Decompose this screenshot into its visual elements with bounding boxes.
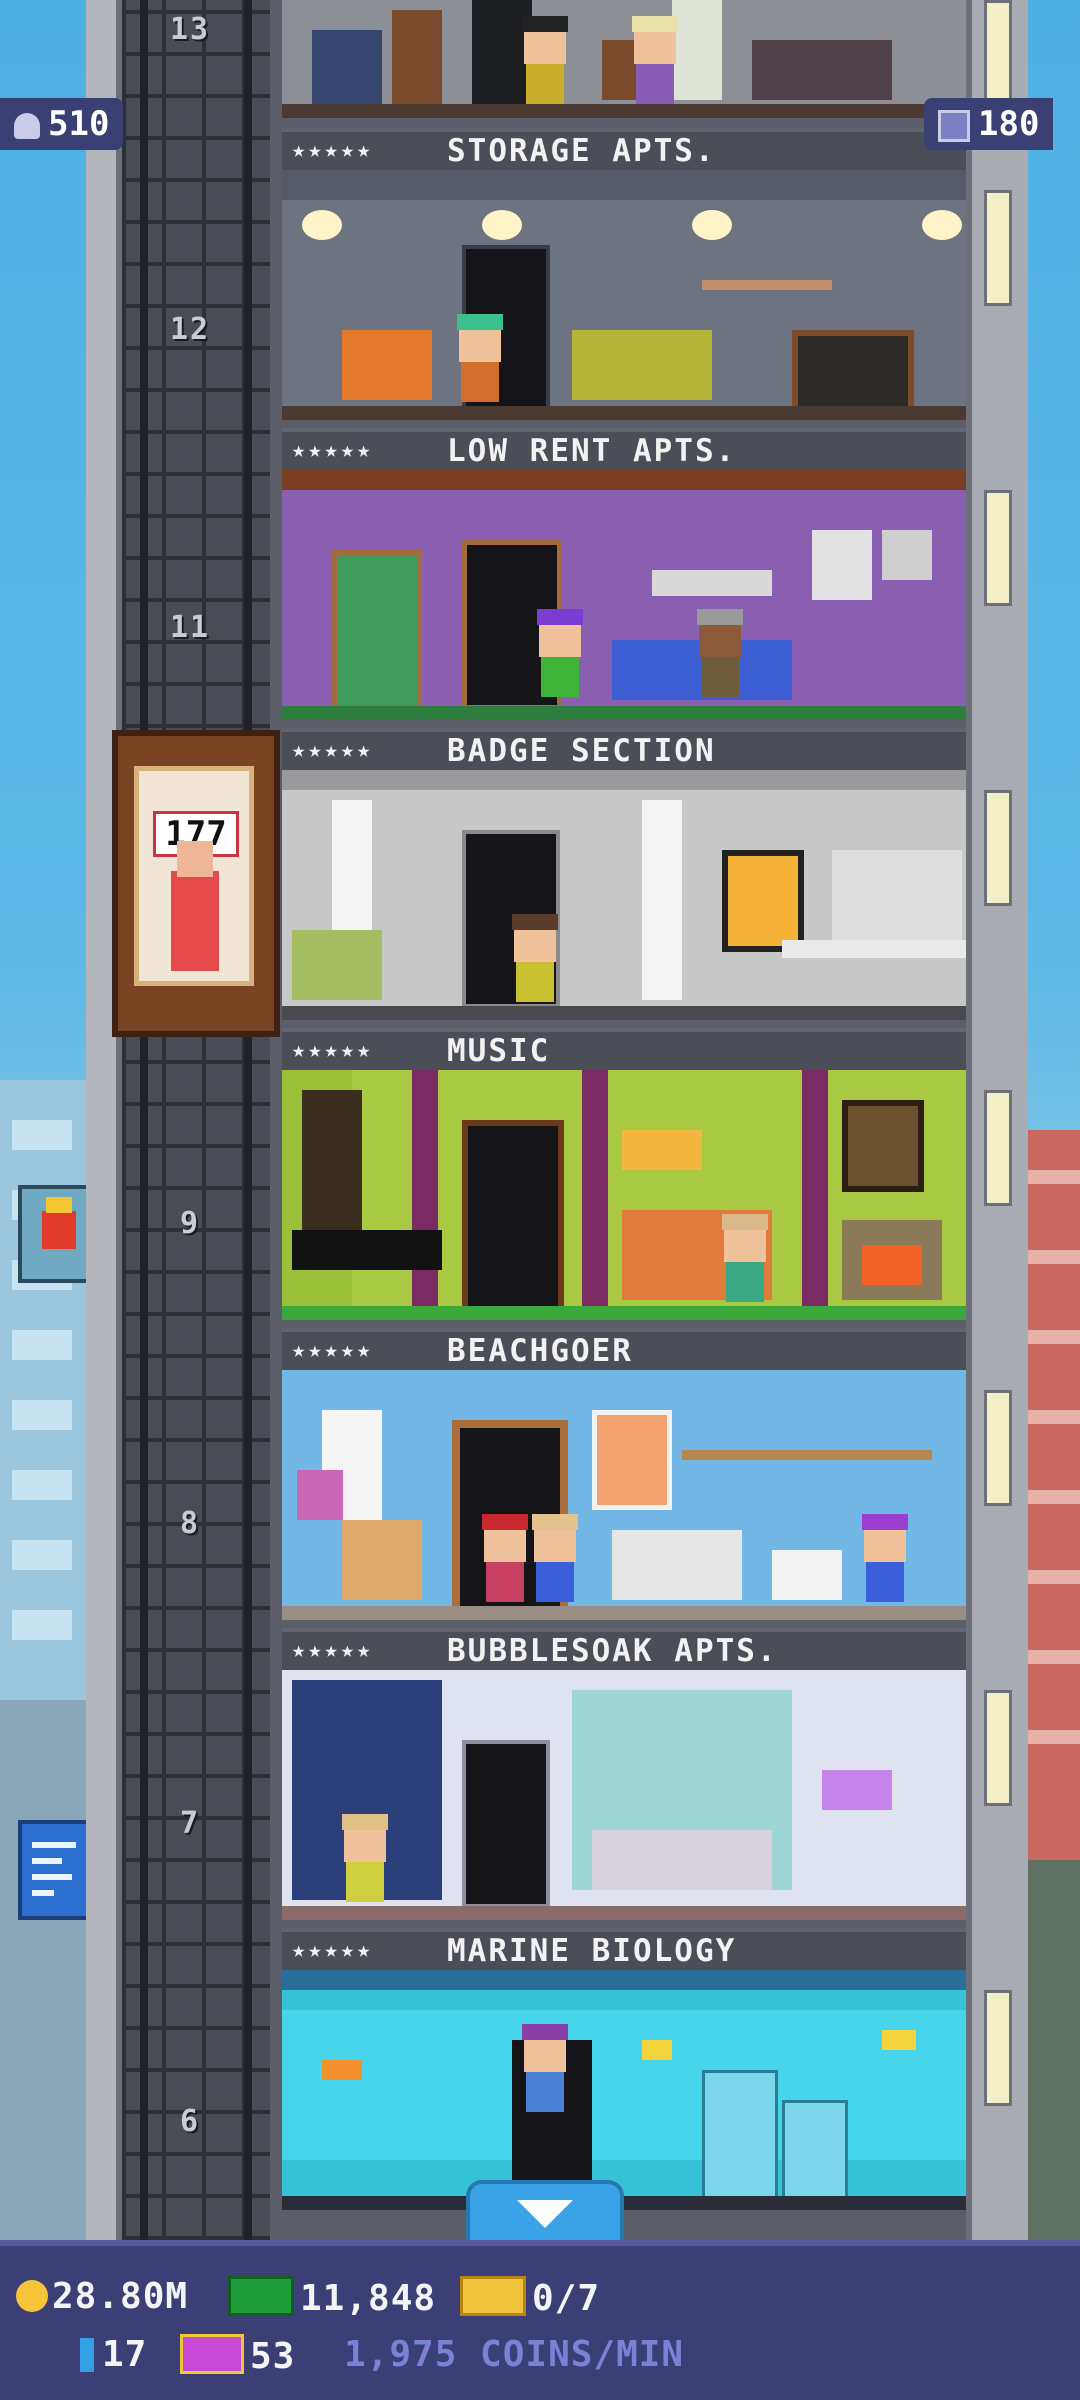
floor-label[interactable]: ★★★★★ BADGE SECTION — [282, 728, 966, 772]
floor-name: BADGE SECTION — [447, 733, 716, 769]
coins-display[interactable]: 28.80M — [16, 2276, 188, 2317]
person-icon — [14, 112, 40, 139]
wall-light — [984, 190, 1012, 306]
floor-stars: ★★★★★ — [292, 738, 374, 763]
resident[interactable] — [697, 609, 743, 705]
floor-name: LOW RENT APTS. — [447, 433, 737, 469]
population-counter[interactable]: 510 — [0, 98, 124, 150]
bottom-hud: 28.80M 11,848 0/7 17 53 1,975 COINS/MIN — [0, 2240, 1080, 2400]
shaft-rail — [244, 0, 252, 2240]
wall-light — [984, 490, 1012, 606]
floor-label[interactable]: ★★★★★ MARINE BIOLOGY — [282, 1928, 966, 1972]
floor-number: 8 — [179, 1506, 201, 1541]
bux-display[interactable]: 11,848 — [228, 2276, 436, 2319]
tickets-value: 0/7 — [532, 2278, 601, 2319]
floor-stars: ★★★★★ — [292, 1038, 374, 1063]
game-screen: 13 12 11 9 8 7 6 177 ★★★★★ STORAGE APTS. — [0, 0, 1080, 2400]
population-value: 510 — [48, 104, 110, 144]
floor-name: BUBBLESOAK APTS. — [447, 1633, 778, 1669]
floor-stars: ★★★★★ — [292, 138, 374, 163]
ticket-icon — [460, 2276, 526, 2316]
floor-10-room[interactable] — [282, 770, 966, 1020]
floor-12-room[interactable] — [282, 170, 966, 420]
shaft-rail — [140, 0, 148, 2240]
floor-number: 12 — [169, 312, 211, 347]
tower-frame-left — [86, 0, 122, 2240]
vip-display[interactable]: 53 — [180, 2334, 295, 2377]
floors-counter[interactable]: 180 — [924, 98, 1054, 150]
vip-value: 53 — [250, 2336, 296, 2377]
resident[interactable] — [522, 2024, 568, 2120]
floor-label[interactable]: ★★★★★ MUSIC — [282, 1028, 966, 1072]
tickets-display[interactable]: 0/7 — [460, 2276, 600, 2319]
tokens-value: 17 — [102, 2334, 148, 2375]
bux-icon — [228, 2276, 294, 2316]
elevator-tokens-display[interactable]: 17 — [80, 2334, 147, 2375]
wall-light — [984, 1690, 1012, 1806]
blue-billboard — [18, 1820, 94, 1920]
building-icon — [938, 109, 970, 142]
floor-label[interactable]: ★★★★★ LOW RENT APTS. — [282, 428, 966, 472]
floor-label[interactable]: ★★★★★ BEACHGOER — [282, 1328, 966, 1372]
vip-icon — [180, 2334, 244, 2374]
wall-light — [984, 790, 1012, 906]
resident[interactable] — [862, 1514, 908, 1610]
floor-number: 11 — [169, 610, 211, 645]
arrow-down-icon — [517, 2200, 573, 2228]
floor-label[interactable]: ★★★★★ BUBBLESOAK APTS. — [282, 1628, 966, 1672]
floor-stars: ★★★★★ — [292, 1638, 374, 1663]
coins-value: 28.80M — [52, 2276, 189, 2317]
resident[interactable] — [537, 609, 583, 705]
floor-13-room[interactable] — [282, 0, 966, 118]
floor-name: MUSIC — [447, 1033, 551, 1069]
floor-number: 6 — [179, 2104, 201, 2139]
floor-label[interactable]: ★★★★★ STORAGE APTS. — [282, 128, 966, 172]
floor-number: 13 — [169, 12, 211, 47]
elevator-car[interactable]: 177 — [112, 730, 280, 1037]
elevator-cab: 177 — [134, 766, 254, 986]
background-building-left-lower — [0, 1700, 90, 2260]
coin-icon — [16, 2280, 48, 2312]
background-building-right-lower — [1020, 1860, 1080, 2260]
floor-number: 9 — [179, 1206, 201, 1241]
floor-7-room[interactable] — [282, 1670, 966, 1920]
floor-9-room[interactable] — [282, 1070, 966, 1320]
floor-number: 7 — [179, 1806, 201, 1841]
elevator-passenger — [171, 841, 219, 971]
floors-value: 180 — [978, 104, 1040, 144]
resident[interactable] — [512, 914, 558, 1010]
elevator-token-icon — [80, 2338, 94, 2372]
resident[interactable] — [482, 1514, 528, 1610]
floor-stars: ★★★★★ — [292, 1938, 374, 1963]
resident[interactable] — [342, 1814, 388, 1910]
coins-rate: 1,975 COINS/MIN — [344, 2334, 685, 2375]
floor-name: MARINE BIOLOGY — [447, 1933, 737, 1969]
resident[interactable] — [722, 1214, 768, 1310]
resident[interactable] — [532, 1514, 578, 1610]
floor-stars: ★★★★★ — [292, 438, 374, 463]
wall-light — [984, 1090, 1012, 1206]
floor-11-room[interactable] — [282, 470, 966, 720]
wall-light — [984, 1990, 1012, 2106]
floor-name: BEACHGOER — [447, 1333, 633, 1369]
floor-8-room[interactable] — [282, 1370, 966, 1620]
wall-light — [984, 1390, 1012, 1506]
resident[interactable] — [522, 16, 568, 112]
floor-6-room[interactable] — [282, 1970, 966, 2210]
resident[interactable] — [457, 314, 503, 410]
floor-stars: ★★★★★ — [292, 1338, 374, 1363]
bux-value: 11,848 — [300, 2278, 437, 2319]
floor-name: STORAGE APTS. — [447, 133, 716, 169]
resident[interactable] — [632, 16, 678, 112]
